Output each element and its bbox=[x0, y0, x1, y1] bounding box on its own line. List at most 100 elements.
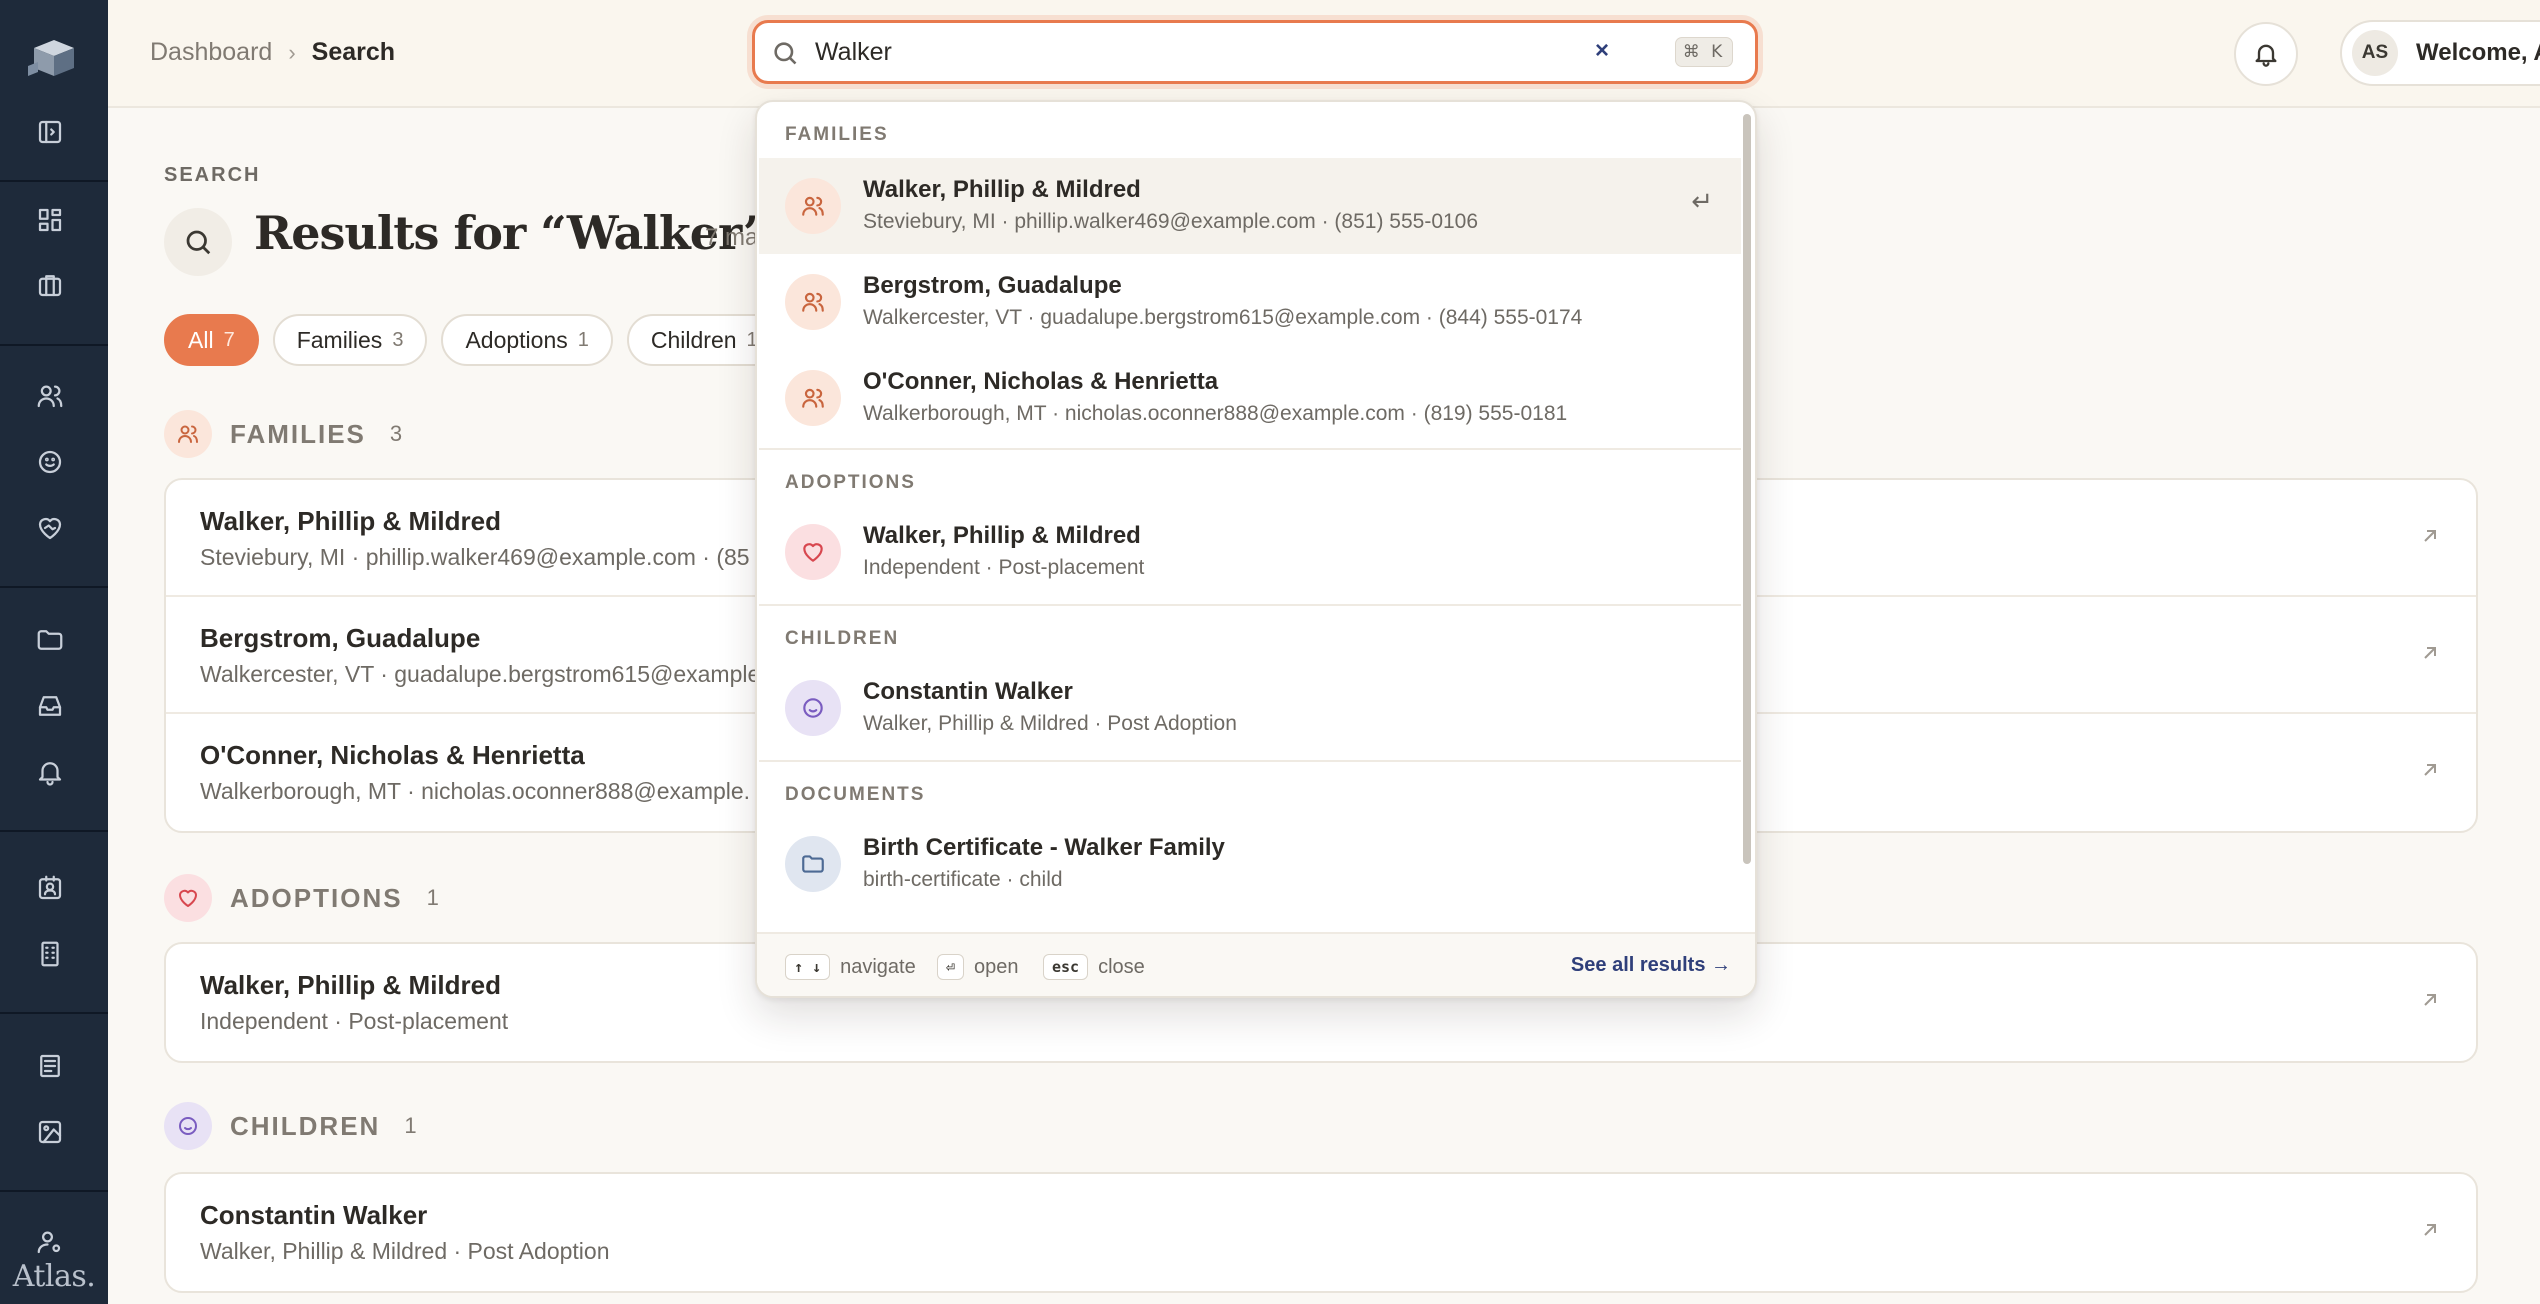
notifications-button[interactable] bbox=[2234, 22, 2298, 86]
section-label: ADOPTIONS bbox=[230, 882, 403, 913]
user-menu-button[interactable]: AS Welcome, Andy bbox=[2340, 20, 2540, 86]
arrow-up-right-icon[interactable] bbox=[2418, 758, 2442, 782]
users-icon bbox=[785, 274, 841, 330]
filter-chip-adoptions[interactable]: Adoptions 1 bbox=[441, 314, 613, 366]
bell-icon bbox=[2255, 44, 2277, 67]
arrow-up-right-icon[interactable] bbox=[2418, 524, 2442, 548]
sidebar-toggle-icon[interactable] bbox=[30, 112, 70, 152]
page-eyebrow: SEARCH bbox=[164, 164, 261, 186]
arrow-up-right-icon[interactable] bbox=[2418, 641, 2442, 665]
group-label-families: FAMILIES bbox=[785, 124, 889, 145]
item-name: Walker, Phillip & Mildred bbox=[863, 522, 1141, 549]
dropdown-item[interactable]: Constantin Walker Walker, Phillip & Mild… bbox=[759, 660, 1741, 756]
hint-close: esc close bbox=[1043, 954, 1145, 980]
hint-open: ⏎ open bbox=[937, 954, 1019, 980]
filter-chips: All 7 Families 3 Adoptions 1 Children 1 bbox=[164, 314, 782, 366]
section-header-adoptions: ADOPTIONS 1 bbox=[164, 874, 439, 922]
users-icon bbox=[785, 178, 841, 234]
breadcrumb-dashboard[interactable]: Dashboard bbox=[150, 38, 272, 67]
heart-handshake-icon[interactable] bbox=[30, 508, 70, 548]
bell-icon[interactable] bbox=[30, 752, 70, 792]
result-meta: Walker, Phillip & Mildred · Post Adoptio… bbox=[200, 1238, 610, 1264]
welcome-text: Welcome, Andy bbox=[2416, 39, 2540, 66]
clear-search-button[interactable]: × bbox=[1595, 37, 1609, 65]
item-name: O'Conner, Nicholas & Henrietta bbox=[863, 368, 1219, 395]
group-label-adoptions: ADOPTIONS bbox=[785, 472, 916, 493]
section-header-families: FAMILIES 3 bbox=[164, 410, 402, 458]
heart-icon bbox=[785, 524, 841, 580]
item-meta: Walkercester, VT · guadalupe.bergstrom61… bbox=[863, 306, 1583, 329]
dropdown-item[interactable]: Birth Certificate - Walker Family birth-… bbox=[759, 816, 1741, 912]
arrow-up-right-icon[interactable] bbox=[2418, 988, 2442, 1012]
dashboard-icon[interactable] bbox=[30, 200, 70, 240]
contact-icon[interactable] bbox=[30, 868, 70, 908]
section-header-children: CHILDREN 1 bbox=[164, 1102, 417, 1150]
chevron-right-icon: › bbox=[288, 39, 296, 65]
item-meta: Steviebury, MI · phillip.walker469@examp… bbox=[863, 210, 1479, 233]
smile-icon bbox=[164, 1102, 212, 1150]
item-name: Constantin Walker bbox=[863, 678, 1073, 705]
dropdown-item[interactable]: Bergstrom, Guadalupe Walkercester, VT · … bbox=[759, 254, 1741, 350]
results-count: 7 ma bbox=[705, 224, 759, 251]
dropdown-item[interactable]: Walker, Phillip & Mildred Steviebury, MI… bbox=[759, 158, 1741, 254]
dropdown-footer: ↑ ↓ navigate ⏎ open esc close See all re… bbox=[757, 932, 1755, 996]
search-icon bbox=[164, 208, 232, 276]
result-row[interactable]: Constantin Walker Walker, Phillip & Mild… bbox=[166, 1174, 2476, 1291]
smile-icon[interactable] bbox=[30, 442, 70, 482]
section-label: FAMILIES bbox=[230, 418, 366, 449]
search-input[interactable] bbox=[815, 31, 1515, 73]
sidebar: Atlas. bbox=[0, 0, 108, 1304]
users-icon bbox=[164, 410, 212, 458]
folder-icon[interactable] bbox=[30, 620, 70, 660]
result-name: Walker, Phillip & Mildred bbox=[200, 506, 501, 536]
global-search-bar[interactable]: × ⌘ K bbox=[752, 20, 1758, 84]
briefcase-icon[interactable] bbox=[30, 265, 70, 305]
arrow-up-right-icon[interactable] bbox=[2418, 1218, 2442, 1242]
hint-label: close bbox=[1098, 955, 1145, 978]
item-meta: birth-certificate · child bbox=[863, 868, 1063, 891]
item-name: Walker, Phillip & Mildred bbox=[863, 176, 1141, 203]
children-results-card: Constantin Walker Walker, Phillip & Mild… bbox=[164, 1172, 2478, 1293]
page-title: Results for “Walker” bbox=[254, 206, 769, 260]
filter-chip-all[interactable]: All 7 bbox=[164, 314, 259, 366]
search-icon bbox=[771, 39, 799, 67]
dropdown-item[interactable]: Walker, Phillip & Mildred Independent · … bbox=[759, 504, 1741, 600]
users-icon[interactable] bbox=[30, 376, 70, 416]
section-count: 1 bbox=[404, 1113, 417, 1138]
result-name: O'Conner, Nicholas & Henrietta bbox=[200, 740, 585, 770]
section-count: 3 bbox=[389, 421, 403, 446]
chip-label: Adoptions bbox=[465, 326, 568, 353]
users-icon bbox=[785, 370, 841, 426]
dropdown-scrollbar[interactable] bbox=[1743, 114, 1751, 864]
group-label-documents: DOCUMENTS bbox=[785, 784, 926, 805]
logo-cube-icon[interactable] bbox=[26, 36, 82, 80]
folder-icon bbox=[785, 836, 841, 892]
chip-label: Children bbox=[650, 326, 737, 353]
smile-icon bbox=[785, 680, 841, 736]
dropdown-item[interactable]: O'Conner, Nicholas & Henrietta Walkerbor… bbox=[759, 350, 1741, 446]
inbox-icon[interactable] bbox=[30, 686, 70, 726]
enter-icon: ↵ bbox=[1691, 186, 1713, 216]
user-settings-icon[interactable] bbox=[30, 1222, 70, 1262]
chip-label: Families bbox=[296, 326, 383, 353]
heart-icon bbox=[164, 874, 212, 922]
section-count: 1 bbox=[426, 885, 439, 910]
building-icon[interactable] bbox=[30, 934, 70, 974]
result-meta: Walkerborough, MT · nicholas.oconner888@… bbox=[200, 778, 751, 804]
group-label-children: CHILDREN bbox=[785, 628, 900, 649]
item-meta: Independent · Post-placement bbox=[863, 556, 1145, 579]
newspaper-icon[interactable] bbox=[30, 1046, 70, 1086]
brand-wordmark: Atlas. bbox=[12, 1259, 96, 1294]
see-all-results-link[interactable]: See all results → bbox=[1571, 954, 1731, 977]
result-meta: Independent · Post-placement bbox=[200, 1008, 509, 1034]
item-meta: Walkerborough, MT · nicholas.oconner888@… bbox=[863, 402, 1568, 425]
hint-navigate: ↑ ↓ navigate bbox=[785, 954, 916, 980]
search-results-dropdown: FAMILIES Walker, Phillip & Mildred Stevi… bbox=[755, 100, 1757, 998]
result-meta: Walkercester, VT · guadalupe.bergstrom61… bbox=[200, 661, 761, 687]
shortcut-hint: ⌘ K bbox=[1675, 37, 1733, 67]
chip-count: 7 bbox=[223, 328, 235, 351]
image-icon[interactable] bbox=[30, 1112, 70, 1152]
result-name: Bergstrom, Guadalupe bbox=[200, 623, 481, 653]
filter-chip-families[interactable]: Families 3 bbox=[272, 314, 428, 366]
hint-label: open bbox=[974, 955, 1019, 978]
